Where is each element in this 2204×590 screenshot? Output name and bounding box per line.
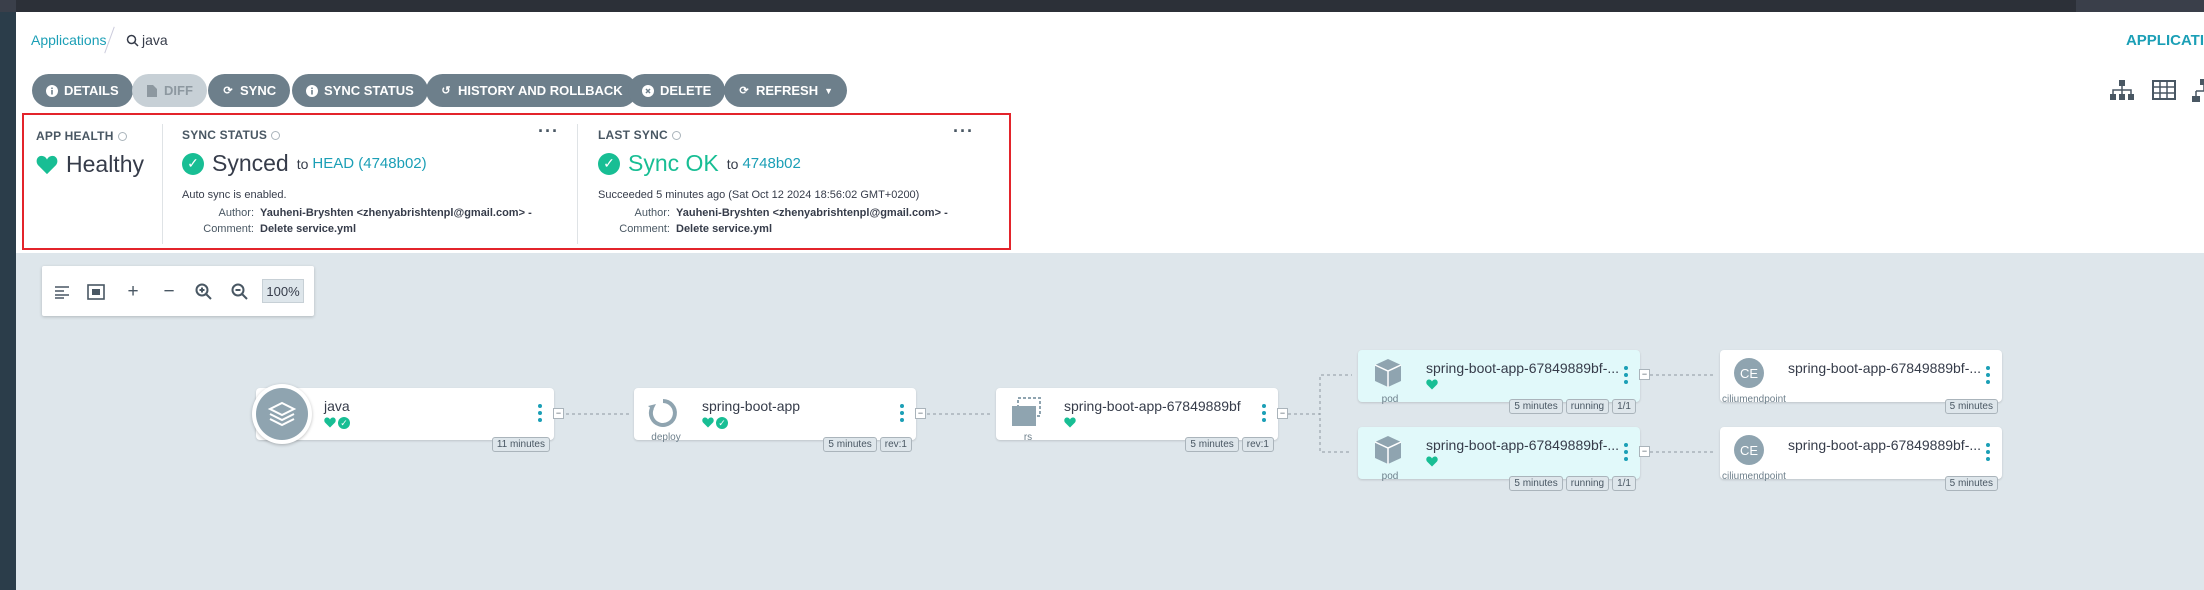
revision-badge: rev:1 — [879, 437, 912, 452]
ciliumendpoint-icon: CE — [1734, 435, 1764, 465]
node-menu-icon[interactable] — [1262, 404, 1266, 422]
age-badge: 5 minutes — [823, 437, 877, 452]
deploy-node-name: spring-boot-app — [702, 398, 801, 414]
ce-node-name: spring-boot-app-67849889bf-... — [1788, 437, 1982, 453]
replicaset-icon — [1012, 397, 1041, 426]
age-badge: 5 minutes — [1944, 399, 1998, 414]
heart-icon — [324, 417, 336, 428]
app-logo-icon — [252, 384, 312, 444]
pod-node[interactable]: pod spring-boot-app-67849889bf-... 5 min… — [1358, 350, 1640, 414]
rs-node-status — [1064, 417, 1076, 428]
ciliumendpoint-node[interactable]: CE ciliumendpoint spring-boot-app-678498… — [1720, 350, 2002, 414]
age-badge: 5 minutes — [1509, 399, 1563, 414]
check-circle-icon: ✓ — [338, 417, 350, 429]
check-circle-icon: ✓ — [716, 417, 728, 429]
node-menu-icon[interactable] — [1624, 366, 1628, 384]
heart-icon — [1426, 456, 1438, 467]
heart-icon — [702, 417, 714, 428]
age-badge: 5 minutes — [1509, 476, 1563, 491]
app-node-status: ✓ — [324, 417, 350, 429]
pod-icon — [1374, 436, 1402, 464]
node-menu-icon[interactable] — [900, 404, 904, 422]
pod-node-status — [1426, 379, 1438, 390]
heart-icon — [1426, 379, 1438, 390]
ciliumendpoint-node[interactable]: CE ciliumendpoint spring-boot-app-678498… — [1720, 427, 2002, 491]
ce-abbr: CE — [1739, 442, 1759, 458]
node-menu-icon[interactable] — [1986, 443, 1990, 461]
app-node-name: java — [324, 398, 350, 414]
ce-abbr: CE — [1739, 365, 1759, 381]
deploy-node-status: ✓ — [702, 417, 728, 429]
pod-node-status — [1426, 456, 1438, 467]
node-menu-icon[interactable] — [1624, 443, 1628, 461]
age-badge: 11 minutes — [491, 437, 550, 452]
node-kind: pod — [1381, 394, 1399, 405]
node-menu-icon[interactable] — [538, 404, 542, 422]
revision-badge: rev:1 — [1241, 437, 1274, 452]
node-kind: pod — [1381, 471, 1399, 482]
node-kind: rs — [1023, 432, 1033, 443]
collapse-toggle[interactable]: − — [915, 408, 926, 419]
collapse-toggle[interactable]: − — [1639, 369, 1650, 380]
collapse-toggle[interactable]: − — [553, 408, 564, 419]
deploy-node[interactable]: deploy spring-boot-app ✓ 5 minutes rev:1 — [634, 388, 916, 452]
pod-icon — [1374, 359, 1402, 387]
deployment-icon — [648, 399, 677, 427]
pod-node[interactable]: pod spring-boot-app-67849889bf-... 5 min… — [1358, 427, 1640, 491]
node-menu-icon[interactable] — [1986, 366, 1990, 384]
pod-node-name: spring-boot-app-67849889bf-... — [1426, 360, 1620, 376]
collapse-toggle[interactable]: − — [1277, 408, 1288, 419]
pod-node-name: spring-boot-app-67849889bf-... — [1426, 437, 1620, 453]
heart-icon — [1064, 417, 1076, 428]
resource-edges — [566, 374, 1716, 453]
rs-node-name: spring-boot-app-67849889bf — [1064, 398, 1241, 414]
node-kind: ciliumendpoint — [1722, 471, 1786, 482]
state-badge: running — [1565, 476, 1610, 491]
node-kind: ciliumendpoint — [1722, 394, 1786, 405]
ready-badge: 1/1 — [1612, 476, 1636, 491]
app-node[interactable]: java ✓ 11 minutes — [252, 384, 554, 452]
ce-node-name: spring-boot-app-67849889bf-... — [1788, 360, 1982, 376]
replicaset-node[interactable]: rs spring-boot-app-67849889bf 5 minutes r… — [996, 388, 1278, 452]
age-badge: 5 minutes — [1944, 476, 1998, 491]
state-badge: running — [1565, 399, 1610, 414]
node-kind: deploy — [651, 432, 681, 443]
ready-badge: 1/1 — [1612, 399, 1636, 414]
age-badge: 5 minutes — [1185, 437, 1239, 452]
ciliumendpoint-icon: CE — [1734, 358, 1764, 388]
collapse-toggle[interactable]: − — [1639, 446, 1650, 457]
